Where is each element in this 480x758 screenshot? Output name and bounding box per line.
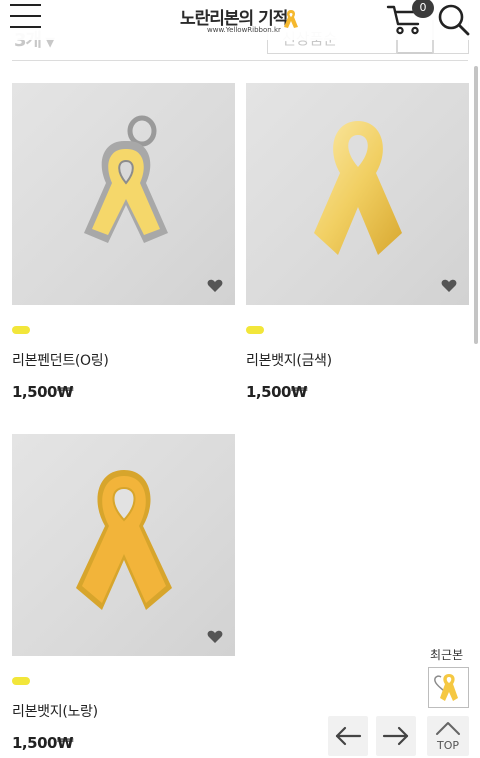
product-image[interactable] bbox=[12, 434, 235, 656]
cart-count-badge: 0 bbox=[412, 0, 434, 18]
product-card[interactable]: 리본뱃지(금색) 1,500₩ bbox=[246, 83, 469, 401]
product-price: 1,500₩ bbox=[12, 383, 74, 401]
product-name[interactable]: 리본펜던트(O링) bbox=[12, 350, 235, 370]
arrow-left-icon bbox=[335, 726, 362, 746]
header: 노란리본의 기적 www.YellowRibbon.kr 0 bbox=[0, 0, 480, 40]
recent-label: 최근본 bbox=[430, 648, 464, 662]
divider bbox=[12, 60, 468, 61]
hamburger-icon[interactable] bbox=[10, 4, 41, 32]
product-image[interactable] bbox=[12, 83, 235, 305]
product-badge bbox=[12, 677, 30, 685]
product-badge bbox=[246, 326, 264, 334]
product-card[interactable]: 리본펜던트(O링) 1,500₩ bbox=[12, 83, 235, 401]
scrollbar[interactable] bbox=[474, 66, 478, 344]
logo[interactable]: 노란리본의 기적 www.YellowRibbon.kr bbox=[180, 4, 302, 36]
arrow-up-icon bbox=[436, 722, 460, 735]
search-icon[interactable] bbox=[435, 2, 471, 36]
ribbon-pendant-image bbox=[84, 115, 168, 243]
product-name[interactable]: 리본뱃지(금색) bbox=[246, 350, 469, 370]
product-price: 1,500₩ bbox=[246, 383, 308, 401]
product-name[interactable]: 리본뱃지(노랑) bbox=[12, 701, 235, 721]
heart-icon[interactable] bbox=[207, 630, 223, 644]
heart-icon[interactable] bbox=[441, 279, 457, 293]
ribbon-gold-badge-image bbox=[314, 121, 402, 255]
arrow-right-icon bbox=[382, 726, 409, 746]
scroll-top-button[interactable]: TOP bbox=[427, 716, 469, 756]
ribbon-heart-thumb-icon bbox=[434, 674, 458, 701]
product-card[interactable]: 리본뱃지(노랑) 1,500₩ bbox=[12, 434, 235, 752]
product-image[interactable] bbox=[246, 83, 469, 305]
ribbon-yellow-badge-image bbox=[76, 470, 172, 610]
product-badge bbox=[12, 326, 30, 334]
logo-url: www.YellowRibbon.kr bbox=[207, 26, 281, 34]
scroll-top-label: TOP bbox=[436, 739, 459, 752]
heart-icon[interactable] bbox=[207, 279, 223, 293]
prev-button[interactable] bbox=[328, 716, 368, 756]
recent-item-thumb[interactable] bbox=[428, 667, 469, 708]
next-button[interactable] bbox=[376, 716, 416, 756]
ribbon-logo-icon bbox=[284, 10, 298, 28]
product-price: 1,500₩ bbox=[12, 734, 74, 752]
